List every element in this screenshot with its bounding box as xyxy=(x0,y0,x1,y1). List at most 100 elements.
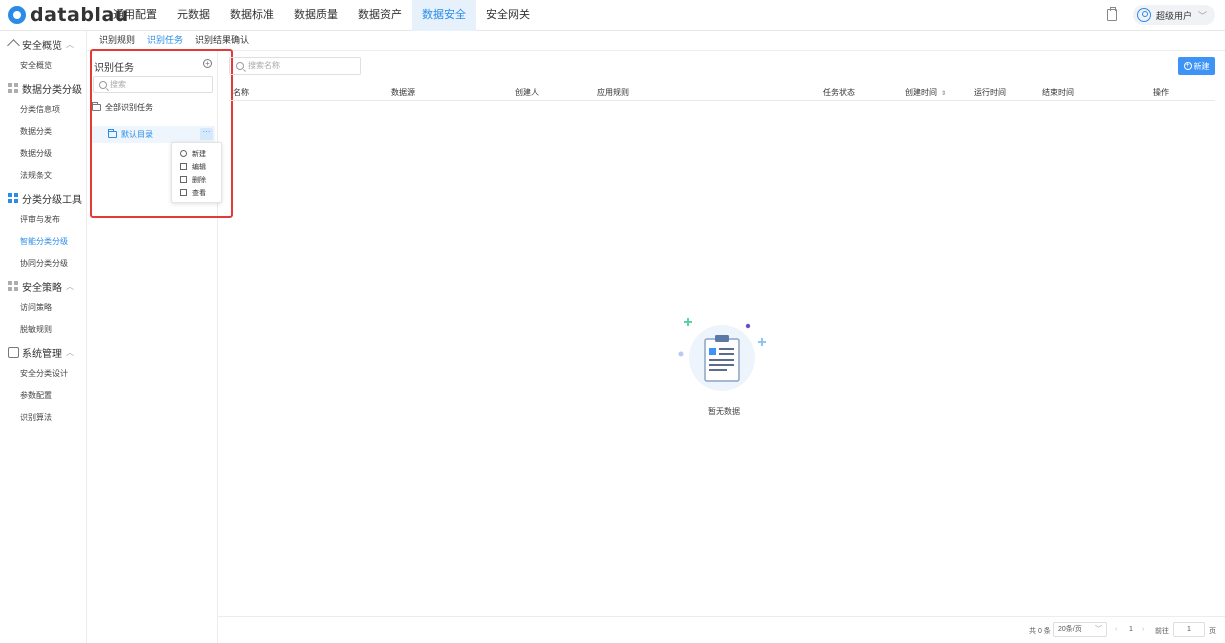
chevron-up-icon: ︿ xyxy=(66,282,74,291)
chevron-down-icon: ﹀ xyxy=(1095,626,1102,633)
edit-icon xyxy=(180,163,187,170)
nav-item-data-standard[interactable]: 数据标准 xyxy=(220,0,284,31)
tree-node-default-dir[interactable]: 默认目录 xyxy=(108,127,153,141)
column-name: 名称 xyxy=(233,88,249,97)
goto-page-input[interactable]: 1 xyxy=(1173,622,1205,637)
tree-search-placeholder: 搜索 xyxy=(110,80,126,89)
sub-tabs: 识别规则 识别任务 识别结果确认 xyxy=(87,31,1225,51)
sidebar-group-label: 安全策略 xyxy=(22,282,62,294)
sidebar-item-security-class-design[interactable]: 安全分类设计 xyxy=(0,363,86,385)
pagination: 共 0 条 20条/页 ﹀ ‹ 1 › 前往 1 页 xyxy=(218,616,1225,643)
column-creator: 创建人 xyxy=(515,88,539,97)
folder-icon xyxy=(108,128,117,138)
tab-recognition-rules[interactable]: 识别规则 xyxy=(93,31,141,51)
menu-item-view[interactable]: 查看 xyxy=(172,186,221,199)
sidebar-group-label: 系统管理 xyxy=(22,348,62,360)
sidebar-item-class-info[interactable]: 分类信息项 xyxy=(0,99,86,121)
user-menu[interactable]: 超级用户 ﹀ xyxy=(1132,5,1215,25)
empty-state-text: 暂无数据 xyxy=(708,407,740,416)
tree-node-label: 全部识别任务 xyxy=(105,102,153,112)
sidebar-item-masking-rules[interactable]: 脱敏规则 xyxy=(0,319,86,341)
menu-item-label: 查看 xyxy=(192,189,206,197)
nav-item-data-assets[interactable]: 数据资产 xyxy=(348,0,412,31)
sidebar-group-label: 安全概览 xyxy=(22,40,62,52)
tree-search-input[interactable]: 搜索 xyxy=(93,76,213,93)
sidebar-item-access-policy[interactable]: 访问策略 xyxy=(0,297,86,319)
sidebar-item-collab-classify[interactable]: 协同分类分级 xyxy=(0,253,86,275)
grid-icon xyxy=(8,82,19,94)
context-menu: 新建 编辑 删除 查看 xyxy=(171,142,222,203)
chevron-down-icon: ﹀ xyxy=(1197,10,1207,21)
add-icon[interactable]: + xyxy=(203,59,212,68)
prev-page-button[interactable]: ‹ xyxy=(1115,626,1117,633)
nav-item-security-gateway[interactable]: 安全网关 xyxy=(476,0,540,31)
sidebar-item-regulations[interactable]: 法规条文 xyxy=(0,165,86,187)
menu-item-label: 编辑 xyxy=(192,163,206,171)
tree-title: 识别任务 xyxy=(94,63,134,74)
user-name: 超级用户 xyxy=(1155,10,1192,21)
sidebar-item-param-config[interactable]: 参数配置 xyxy=(0,385,86,407)
nav-item-general-config[interactable]: 通用配置 xyxy=(103,0,167,31)
nav-item-metadata[interactable]: 元数据 xyxy=(167,0,220,31)
chevron-up-icon: ︿ xyxy=(73,194,81,203)
sidebar-group-tools[interactable]: 分类分级工具 ︿ xyxy=(0,187,86,209)
home-icon xyxy=(8,39,19,50)
sidebar-group-security-overview[interactable]: 安全概览 ︿ xyxy=(0,33,86,55)
tree-node-all-tasks[interactable]: 全部识别任务 xyxy=(92,100,153,114)
sidebar-item-smart-classify[interactable]: 智能分类分级 xyxy=(0,231,86,253)
next-page-button[interactable]: › xyxy=(1142,626,1144,633)
sidebar-item-review-publish[interactable]: 评审与发布 xyxy=(0,209,86,231)
table-header: 名称 数据源 创建人 应用规则 任务状态 创建时间 ⇕ 运行时间 结束时间 操作 xyxy=(229,84,1215,101)
menu-item-new[interactable]: 新建 xyxy=(172,147,221,160)
trash-icon xyxy=(180,176,187,183)
tab-result-confirm[interactable]: 识别结果确认 xyxy=(189,31,255,51)
plus-circle-icon: + xyxy=(1183,62,1192,70)
column-created-time[interactable]: 创建时间 ⇕ xyxy=(905,87,946,98)
sidebar: 安全概览 ︿ 安全概览 数据分类分级 ︿ 分类信息项 数据分类 数据分级 法规条… xyxy=(0,31,87,643)
column-actions: 操作 xyxy=(1153,88,1169,97)
goto-label: 前往 xyxy=(1155,628,1169,635)
view-icon xyxy=(180,189,187,196)
empty-clipboard-icon xyxy=(678,318,766,391)
column-label: 创建时间 xyxy=(905,88,937,97)
top-bar: datablau 通用配置 元数据 数据标准 数据质量 数据资产 数据安全 安全… xyxy=(0,0,1225,31)
main-search-input[interactable]: 搜索名称 xyxy=(229,57,361,75)
clipboard-icon[interactable] xyxy=(1106,7,1117,21)
main-search-placeholder: 搜索名称 xyxy=(248,61,280,70)
page-unit: 页 xyxy=(1209,628,1216,635)
new-task-button[interactable]: + 新建 xyxy=(1178,57,1215,75)
column-datasource: 数据源 xyxy=(391,88,415,97)
menu-item-label: 删除 xyxy=(192,176,206,184)
folder-icon xyxy=(92,101,101,111)
page-size-select[interactable]: 20条/页 ﹀ xyxy=(1053,622,1107,637)
sidebar-group-security-policy[interactable]: 安全策略 ︿ xyxy=(0,275,86,297)
column-rules: 应用规则 xyxy=(597,88,629,97)
column-end-time: 结束时间 xyxy=(1042,88,1074,97)
new-button-label: 新建 xyxy=(1193,61,1210,71)
sidebar-item-data-class[interactable]: 数据分类 xyxy=(0,121,86,143)
search-icon xyxy=(236,62,244,70)
sort-icon[interactable]: ⇕ xyxy=(941,91,946,97)
nav-item-data-quality[interactable]: 数据质量 xyxy=(284,0,348,31)
more-icon[interactable]: ··· xyxy=(200,128,213,140)
grid-icon xyxy=(8,192,19,204)
sidebar-group-system-admin[interactable]: 系统管理 ︿ xyxy=(0,341,86,363)
nav-item-data-security[interactable]: 数据安全 xyxy=(412,0,476,31)
column-status: 任务状态 xyxy=(823,88,855,97)
tab-recognition-tasks[interactable]: 识别任务 xyxy=(141,31,190,51)
user-avatar-icon xyxy=(1136,8,1151,22)
search-icon xyxy=(99,81,107,89)
settings-icon xyxy=(8,346,19,358)
chevron-up-icon: ︿ xyxy=(66,40,74,49)
plus-circle-icon xyxy=(180,150,187,157)
total-count: 共 0 条 xyxy=(1029,628,1051,635)
menu-item-delete[interactable]: 删除 xyxy=(172,173,221,186)
sidebar-group-data-classification[interactable]: 数据分类分级 ︿ xyxy=(0,77,86,99)
sidebar-item-algorithms[interactable]: 识别算法 xyxy=(0,407,86,429)
sidebar-item-security-overview[interactable]: 安全概览 xyxy=(0,55,86,77)
sidebar-item-data-grade[interactable]: 数据分级 xyxy=(0,143,86,165)
current-page[interactable]: 1 xyxy=(1129,626,1133,633)
menu-item-edit[interactable]: 编辑 xyxy=(172,160,221,173)
menu-item-label: 新建 xyxy=(192,150,206,158)
logo-icon xyxy=(8,6,26,24)
